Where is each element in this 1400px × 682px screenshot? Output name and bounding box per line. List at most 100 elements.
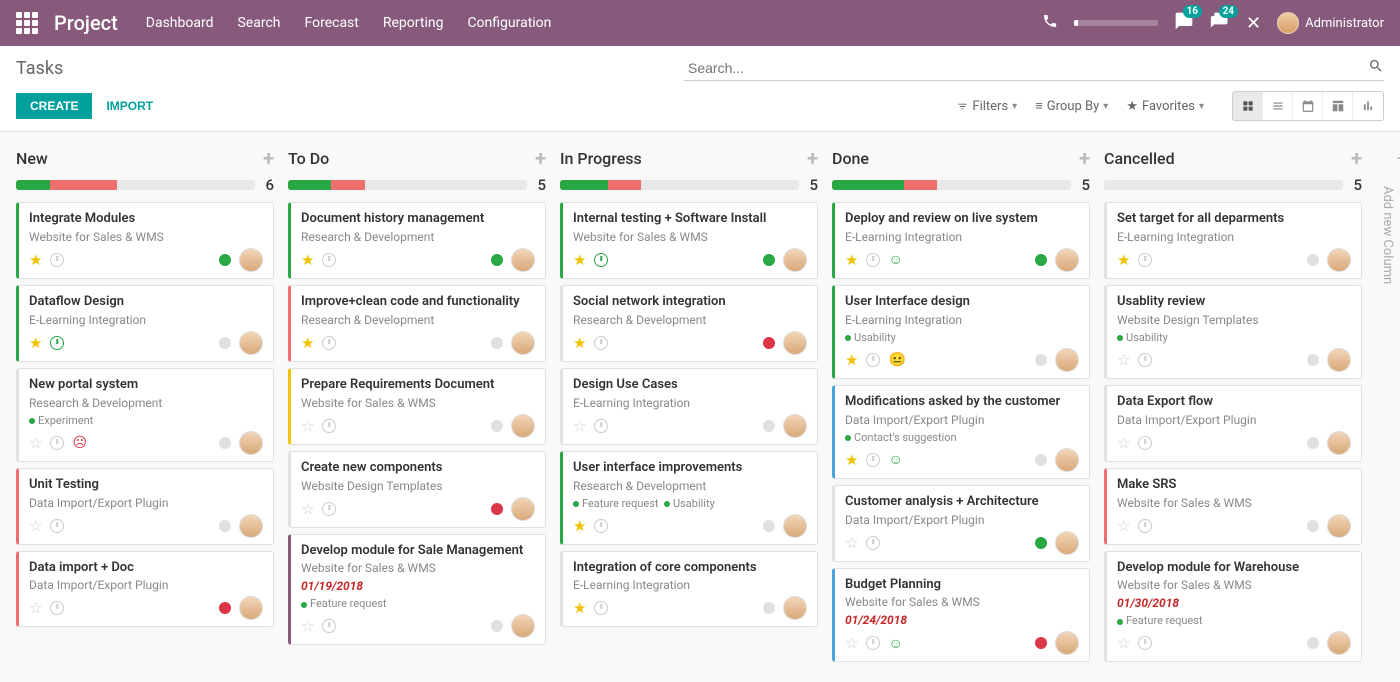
menu-search[interactable]: Search: [237, 15, 280, 31]
assignee-avatar[interactable]: [239, 431, 263, 455]
filters-menu[interactable]: Filters: [957, 98, 1017, 114]
assignee-avatar[interactable]: [1327, 348, 1351, 372]
kanban-card[interactable]: Integrate ModulesWebsite for Sales & WMS…: [16, 202, 274, 279]
mood-icon[interactable]: ☺: [888, 635, 902, 652]
clock-icon[interactable]: [866, 536, 880, 550]
star-icon[interactable]: ★: [1117, 251, 1130, 269]
add-card-icon[interactable]: +: [1079, 146, 1090, 170]
assignee-avatar[interactable]: [511, 614, 535, 638]
kanban-card[interactable]: Document history managementResearch & De…: [288, 202, 546, 279]
view-graph[interactable]: [1353, 92, 1383, 120]
kanban-card[interactable]: Data Export flowData Import/Export Plugi…: [1104, 385, 1362, 462]
kanban-card[interactable]: Design Use CasesE-Learning Integration☆: [560, 368, 818, 445]
kanban-card[interactable]: Develop module for Sale ManagementWebsit…: [288, 534, 546, 646]
kanban-card[interactable]: Unit TestingData Import/Export Plugin☆: [16, 468, 274, 545]
status-dot[interactable]: [763, 420, 775, 432]
search-input[interactable]: [684, 56, 1384, 81]
clock-icon[interactable]: [50, 336, 64, 350]
star-icon[interactable]: ☆: [1117, 351, 1130, 369]
status-dot[interactable]: [1035, 637, 1047, 649]
kanban-card[interactable]: Improve+clean code and functionalityRese…: [288, 285, 546, 362]
assignee-avatar[interactable]: [511, 414, 535, 438]
assignee-avatar[interactable]: [783, 248, 807, 272]
star-icon[interactable]: ☆: [1117, 517, 1130, 535]
menu-dashboard[interactable]: Dashboard: [146, 15, 214, 31]
star-icon[interactable]: ★: [845, 251, 858, 269]
clock-icon[interactable]: [1138, 353, 1152, 367]
clock-icon[interactable]: [594, 336, 608, 350]
star-icon[interactable]: ★: [573, 251, 586, 269]
assignee-avatar[interactable]: [1327, 631, 1351, 655]
assignee-avatar[interactable]: [511, 331, 535, 355]
create-button[interactable]: CREATE: [16, 93, 92, 119]
clock-icon[interactable]: [594, 519, 608, 533]
kanban-card[interactable]: Dataflow DesignE-Learning Integration★: [16, 285, 274, 362]
star-icon[interactable]: ★: [29, 334, 42, 352]
status-dot[interactable]: [763, 520, 775, 532]
star-icon[interactable]: ★: [845, 351, 858, 369]
clock-icon[interactable]: [866, 253, 880, 267]
kanban-card[interactable]: Usablity reviewWebsite Design TemplatesU…: [1104, 285, 1362, 379]
star-icon[interactable]: ★: [301, 251, 314, 269]
clock-icon[interactable]: [50, 519, 64, 533]
clock-icon[interactable]: [594, 419, 608, 433]
clock-icon[interactable]: [866, 353, 880, 367]
star-icon[interactable]: ★: [573, 517, 586, 535]
add-card-icon[interactable]: +: [535, 146, 546, 170]
status-dot[interactable]: [219, 602, 231, 614]
kanban-card[interactable]: Social network integrationResearch & Dev…: [560, 285, 818, 362]
status-dot[interactable]: [1307, 254, 1319, 266]
star-icon[interactable]: ☆: [301, 417, 314, 435]
star-icon[interactable]: ★: [301, 334, 314, 352]
status-dot[interactable]: [1035, 537, 1047, 549]
add-card-icon[interactable]: +: [263, 146, 274, 170]
star-icon[interactable]: ☆: [301, 500, 314, 518]
assignee-avatar[interactable]: [511, 248, 535, 272]
assignee-avatar[interactable]: [239, 248, 263, 272]
mood-icon[interactable]: ☺: [888, 251, 902, 268]
clock-icon[interactable]: [50, 436, 64, 450]
menu-forecast[interactable]: Forecast: [305, 15, 359, 31]
status-dot[interactable]: [491, 503, 503, 515]
user-menu[interactable]: Administrator: [1277, 12, 1384, 34]
status-dot[interactable]: [219, 337, 231, 349]
kanban-card[interactable]: Prepare Requirements DocumentWebsite for…: [288, 368, 546, 445]
star-icon[interactable]: ☆: [301, 617, 314, 635]
kanban-card[interactable]: New portal systemResearch & DevelopmentE…: [16, 368, 274, 462]
assignee-avatar[interactable]: [239, 514, 263, 538]
star-icon[interactable]: ★: [845, 451, 858, 469]
mood-icon[interactable]: 😐: [888, 352, 905, 368]
status-dot[interactable]: [763, 254, 775, 266]
mood-icon[interactable]: ☺: [888, 451, 902, 468]
favorites-menu[interactable]: ★ Favorites: [1126, 98, 1204, 114]
clock-icon[interactable]: [50, 253, 64, 267]
add-column-icon[interactable]: +: [1376, 146, 1400, 170]
status-dot[interactable]: [1307, 354, 1319, 366]
assignee-avatar[interactable]: [239, 331, 263, 355]
star-icon[interactable]: ☆: [573, 417, 586, 435]
view-list[interactable]: [1263, 92, 1293, 120]
clock-icon[interactable]: [866, 636, 880, 650]
assignee-avatar[interactable]: [1327, 248, 1351, 272]
clock-icon[interactable]: [866, 453, 880, 467]
status-dot[interactable]: [491, 254, 503, 266]
kanban-card[interactable]: Develop module for WarehouseWebsite for …: [1104, 551, 1362, 663]
add-card-icon[interactable]: +: [807, 146, 818, 170]
star-icon[interactable]: ☆: [29, 434, 42, 452]
status-dot[interactable]: [1307, 637, 1319, 649]
add-card-icon[interactable]: +: [1351, 146, 1362, 170]
clock-icon[interactable]: [322, 619, 336, 633]
assignee-avatar[interactable]: [239, 596, 263, 620]
status-dot[interactable]: [1035, 254, 1047, 266]
status-dot[interactable]: [219, 437, 231, 449]
status-dot[interactable]: [491, 337, 503, 349]
star-icon[interactable]: ★: [573, 334, 586, 352]
kanban-card[interactable]: Make SRSWebsite for Sales & WMS☆: [1104, 468, 1362, 545]
status-dot[interactable]: [491, 420, 503, 432]
status-dot[interactable]: [491, 620, 503, 632]
kanban-card[interactable]: Budget PlanningWebsite for Sales & WMS01…: [832, 568, 1090, 663]
clock-icon[interactable]: [594, 253, 608, 267]
kanban-card[interactable]: Set target for all deparmentsE-Learning …: [1104, 202, 1362, 279]
kanban-card[interactable]: Integration of core componentsE-Learning…: [560, 551, 818, 628]
kanban-card[interactable]: Deploy and review on live systemE-Learni…: [832, 202, 1090, 279]
